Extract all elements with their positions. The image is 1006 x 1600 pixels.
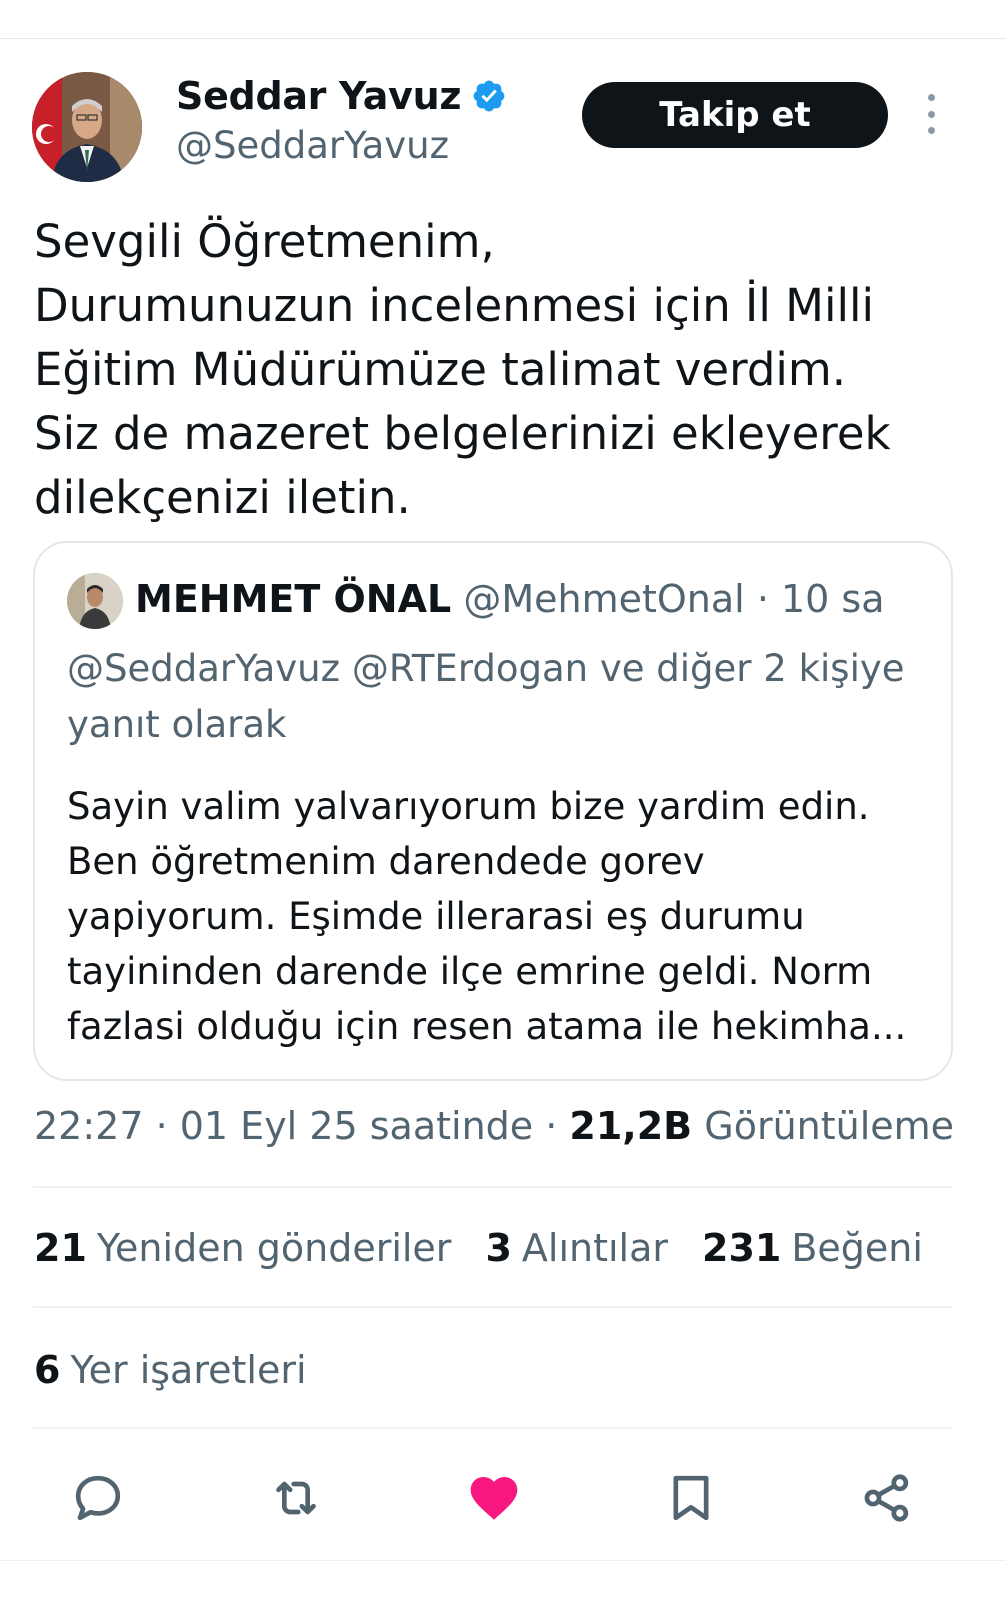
author-name-row: Seddar Yavuz <box>176 74 507 118</box>
quoted-body-line: Ben öğretmenim darendede gorev <box>67 840 705 883</box>
tweet-meta: 22:27 · 01 Eyl 25 saatinde · 21,2B Görün… <box>34 1104 954 1148</box>
bookmarks-stat[interactable]: 6 Yer işaretleri <box>34 1348 307 1392</box>
author-handle[interactable]: @SeddarYavuz <box>176 124 449 167</box>
views-label: Görüntüleme <box>704 1104 955 1148</box>
tweet-line: Durumunuzun incelenmesi için İl Milli <box>34 279 874 332</box>
tweet-line: dilekçenizi iletin. <box>34 471 411 524</box>
tweet-line: Siz de mazeret belgelerinizi ekleyerek <box>34 407 891 460</box>
quoted-body-line: fazlasi olduğu için resen atama ile heki… <box>67 1005 907 1048</box>
tweet-timestamp[interactable]: 22:27 · 01 Eyl 25 saatinde · <box>34 1104 557 1148</box>
tweet-line: Eğitim Müdürümüze talimat verdim. <box>34 343 847 396</box>
like-icon[interactable] <box>464 1468 524 1528</box>
quotes-count: 3 <box>485 1226 512 1270</box>
repost-icon[interactable] <box>266 1468 326 1528</box>
quoted-time: · 10 sa <box>756 577 885 621</box>
quoted-body: Sayin valim yalvarıyorum bize yardim edi… <box>67 779 937 1054</box>
verified-badge-icon <box>471 78 507 114</box>
tweet-text: Sevgili Öğretmenim, Durumunuzun incelenm… <box>34 210 954 530</box>
likes-count: 231 <box>702 1226 782 1270</box>
quoted-body-line: Sayin valim yalvarıyorum bize yardim edi… <box>67 785 870 828</box>
author-avatar[interactable] <box>32 72 142 182</box>
likes-stat[interactable]: 231 Beğeni <box>702 1226 923 1270</box>
quoted-author-avatar[interactable] <box>67 573 123 629</box>
engagement-stats: 21 Yeniden gönderiler 3 Alıntılar 231 Beğen… <box>34 1226 923 1270</box>
quotes-label: Alıntılar <box>521 1226 669 1270</box>
quoted-author-name[interactable]: MEHMET ÖNAL <box>135 577 451 621</box>
top-divider <box>0 38 1006 39</box>
bottom-divider <box>0 1560 1006 1561</box>
reposts-label: Yeniden gönderiler <box>96 1226 452 1270</box>
bookmark-icon[interactable] <box>661 1468 721 1528</box>
quoted-tweet-card[interactable]: MEHMET ÖNAL @MehmetOnal · 10 sa @SeddarY… <box>33 541 953 1081</box>
reposts-count: 21 <box>34 1226 87 1270</box>
bookmarks-count: 6 <box>34 1348 61 1392</box>
bookmarks-label: Yer işaretleri <box>70 1348 307 1392</box>
divider <box>33 1427 953 1429</box>
views-count: 21,2B <box>569 1104 693 1148</box>
reposts-stat[interactable]: 21 Yeniden gönderiler <box>34 1226 451 1270</box>
more-options-icon[interactable] <box>918 94 944 134</box>
share-icon[interactable] <box>857 1468 917 1528</box>
likes-label: Beğeni <box>791 1226 923 1270</box>
follow-button[interactable]: Takip et <box>582 82 888 148</box>
quoted-header: MEHMET ÖNAL @MehmetOnal · 10 sa <box>135 577 885 621</box>
quotes-stat[interactable]: 3 Alıntılar <box>485 1226 668 1270</box>
tweet-line: Sevgili Öğretmenim, <box>34 215 495 268</box>
author-name[interactable]: Seddar Yavuz <box>176 74 461 118</box>
divider <box>33 1306 953 1308</box>
quoted-author-handle[interactable]: @MehmetOnal <box>463 577 744 621</box>
reply-icon[interactable] <box>68 1468 128 1528</box>
quoted-body-line: tayininden darende ilçe emrine geldi. No… <box>67 950 873 993</box>
action-bar <box>0 1460 1006 1532</box>
divider <box>33 1186 953 1188</box>
quoted-reply-context: @SeddarYavuz @RTErdogan ve diğer 2 kişiy… <box>67 647 905 746</box>
quoted-body-line: yapiyorum. Eşimde illerarasi eş durumu <box>67 895 805 938</box>
